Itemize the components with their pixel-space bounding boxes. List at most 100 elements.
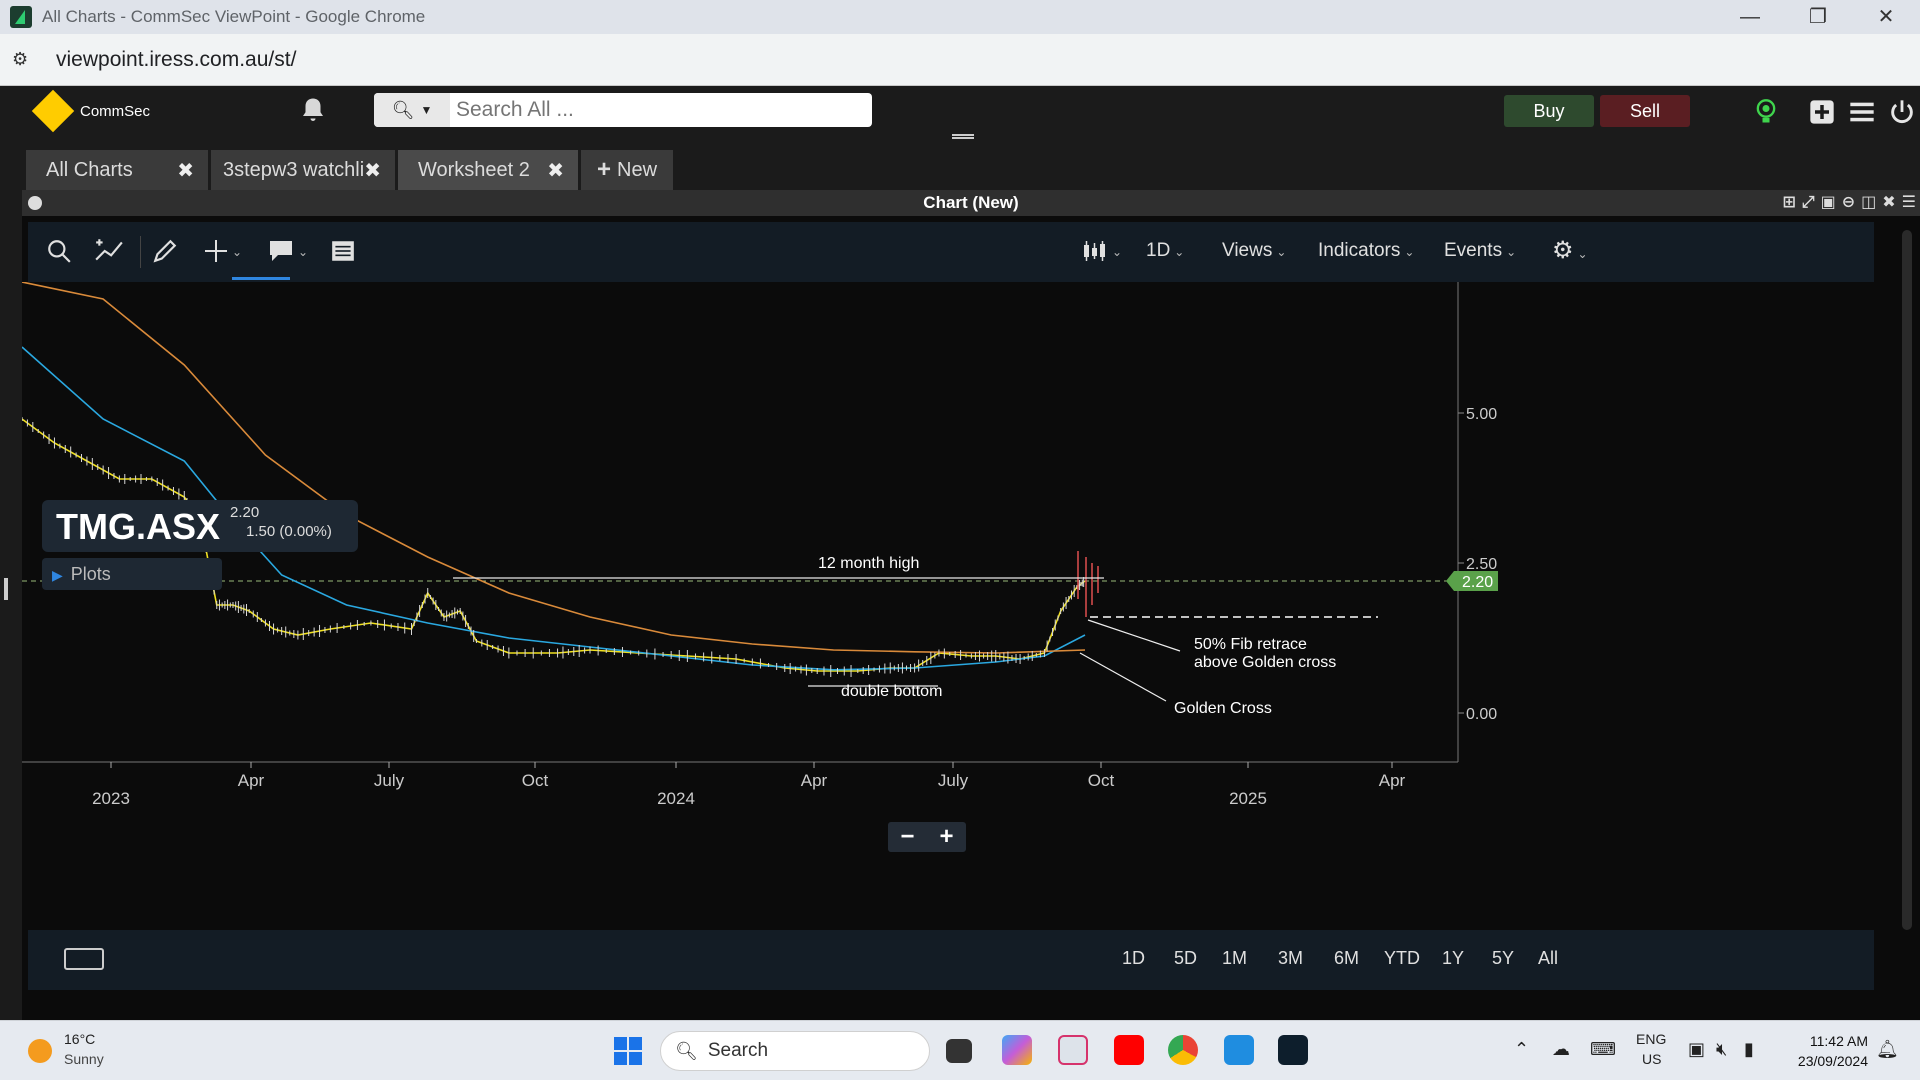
interval-dropdown[interactable]: 1D ⌄ <box>1146 232 1184 270</box>
new-tab-button[interactable]: + New <box>581 150 674 190</box>
last-price: 2.20 <box>230 504 260 521</box>
task-view-icon[interactable] <box>946 1039 972 1063</box>
range-6m-button[interactable]: 6M <box>1334 948 1359 969</box>
panel-titlebar[interactable]: Chart (New) ⊞ ⤢ ▣ ⊖ ◫ ✖ ☰ <box>22 190 1920 216</box>
zoom-in-button[interactable]: + <box>939 823 953 851</box>
range-ytd-button[interactable]: YTD <box>1384 948 1420 969</box>
price-change: 1.50 (0.00%) <box>246 523 332 540</box>
views-dropdown[interactable]: Views ⌄ <box>1222 232 1286 270</box>
series-line-ma-orange <box>22 282 1086 654</box>
close-tab-icon[interactable]: ✖ <box>177 158 194 183</box>
keyboard-tray-icon[interactable]: ⌨ <box>1590 1039 1616 1060</box>
crosshair-tool[interactable]: ⌄ <box>204 232 264 270</box>
input-language[interactable]: ENG <box>1636 1031 1666 1047</box>
windows-start-icon[interactable] <box>614 1037 642 1065</box>
plots-toggle[interactable]: ▶ Plots <box>42 558 222 590</box>
network-icon[interactable]: ▣ <box>1688 1039 1705 1060</box>
drag-handle[interactable] <box>952 134 974 139</box>
chevron-down-icon: ⌄ <box>1174 245 1185 259</box>
chevron-down-icon: ⌄ <box>1112 245 1123 259</box>
chevron-down-icon: ⌄ <box>1577 247 1588 261</box>
range-1m-button[interactable]: 1M <box>1222 948 1247 969</box>
add-widget-icon[interactable] <box>1808 98 1836 126</box>
popout-icon[interactable]: ▣ <box>1821 190 1836 216</box>
events-dropdown[interactable]: Events ⌄ <box>1444 232 1516 270</box>
search-input[interactable] <box>450 93 872 127</box>
zoom-control: − + <box>888 822 966 852</box>
photos-icon[interactable] <box>1224 1035 1254 1065</box>
chevron-down-icon: ⌄ <box>1506 245 1517 259</box>
youtube-icon[interactable] <box>1114 1035 1144 1065</box>
pencil-icon[interactable] <box>152 232 178 270</box>
address-bar: ⚙ viewpoint.iress.com.au/st/ <box>0 34 1920 86</box>
close-icon[interactable]: ✕ <box>1852 0 1920 34</box>
data-table-icon[interactable] <box>330 232 356 270</box>
panel-add-icon[interactable]: ⊞ <box>1782 190 1795 216</box>
search-icon: 🔍︎ <box>391 99 415 120</box>
sell-button[interactable]: Sell <box>1600 95 1690 127</box>
x-tick-label: Apr <box>238 771 265 790</box>
indicators-dropdown[interactable]: Indicators ⌄ <box>1318 232 1414 270</box>
panel-scrollbar[interactable] <box>1902 230 1912 930</box>
chrome-icon[interactable] <box>1168 1035 1198 1065</box>
notification-bell-icon[interactable]: 🔔︎ <box>1876 1039 1899 1060</box>
minimize-icon[interactable]: — <box>1716 0 1784 34</box>
panel-controls: ⊞ ⤢ ▣ ⊖ ◫ ✖ ☰ <box>1782 190 1916 216</box>
expand-icon[interactable]: ⤢ <box>1802 190 1815 216</box>
commsec-diamond-icon <box>31 89 75 133</box>
commsec-logo[interactable]: CommSec <box>31 89 150 133</box>
close-tab-icon[interactable]: ✖ <box>364 158 381 183</box>
keyboard-icon[interactable] <box>64 948 104 970</box>
annotation-12-month-high: 12 month high <box>818 555 919 572</box>
range-5y-button[interactable]: 5Y <box>1492 948 1514 969</box>
chevron-up-icon[interactable]: ⌃ <box>1514 1039 1529 1060</box>
comment-icon <box>270 240 292 261</box>
add-study-icon[interactable] <box>94 232 124 270</box>
range-all-button[interactable]: All <box>1538 948 1558 969</box>
taskbar-search-label: Search <box>707 1040 769 1061</box>
x-year-label: 2024 <box>657 789 695 808</box>
price-chart[interactable]: 5.00 2.50 0.00 2.20 Apr July Oct Apr July Oct Apr 2… <box>22 282 1874 862</box>
annotation-tool[interactable]: ⌄ <box>268 232 318 270</box>
snipping-tool-icon[interactable] <box>1058 1035 1088 1065</box>
zoom-out-button[interactable]: − <box>900 823 914 851</box>
url-text[interactable]: viewpoint.iress.com.au/st/ <box>56 48 296 72</box>
tab-watchlist[interactable]: 3stepw3 watchli ✖ <box>211 150 395 190</box>
split-icon[interactable]: ◫ <box>1861 190 1876 216</box>
lightbulb-icon[interactable] <box>1752 98 1780 126</box>
restore-icon[interactable]: ❐ <box>1784 0 1852 34</box>
site-settings-icon[interactable]: ⚙ <box>12 49 42 70</box>
settings-dropdown[interactable]: ⚙ ⌄ <box>1552 232 1588 270</box>
taskbar-search[interactable]: 🔍︎ Search <box>660 1031 930 1071</box>
splitter-handle[interactable] <box>4 578 8 600</box>
copilot-icon[interactable] <box>1002 1035 1032 1065</box>
buy-button[interactable]: Buy <box>1504 95 1594 127</box>
plus-icon: + <box>597 156 612 183</box>
taskbar-clock[interactable]: 11:42 AM 23/09/2024 <box>1798 1031 1868 1071</box>
sun-icon <box>28 1039 52 1063</box>
power-icon[interactable] <box>1888 98 1916 126</box>
temperature[interactable]: 16°C <box>64 1031 95 1047</box>
battery-icon[interactable]: ▮ <box>1744 1039 1754 1060</box>
range-3m-button[interactable]: 3M <box>1278 948 1303 969</box>
tab-all-charts[interactable]: All Charts ✖ <box>26 150 208 190</box>
range-1d-button[interactable]: 1D <box>1122 948 1145 969</box>
bell-icon[interactable] <box>298 96 328 126</box>
search-scope-dropdown[interactable]: 🔍︎ ▼ <box>374 93 450 127</box>
search-icon[interactable] <box>46 232 72 270</box>
volume-muted-icon[interactable]: 🔇︎ <box>1716 1039 1727 1060</box>
panel-menu-icon[interactable]: ☰ <box>1902 190 1916 216</box>
chart-type-button[interactable]: ⌄ <box>1082 232 1128 270</box>
menu-icon[interactable] <box>1848 98 1876 126</box>
close-tab-icon[interactable]: ✖ <box>547 158 564 183</box>
minimize-panel-icon[interactable]: ⊖ <box>1842 190 1855 216</box>
windows-taskbar: 16°C Sunny 🔍︎ Search ⌃ ☁ ⌨ ENG US ▣ 🔇︎ ▮… <box>0 1020 1920 1080</box>
tab-label: Worksheet 2 <box>418 158 530 181</box>
range-1y-button[interactable]: 1Y <box>1442 948 1464 969</box>
cloud-sync-icon[interactable]: ☁ <box>1552 1039 1570 1060</box>
range-5d-button[interactable]: 5D <box>1174 948 1197 969</box>
x-tick-label: July <box>374 771 405 790</box>
close-panel-icon[interactable]: ✖ <box>1882 190 1895 216</box>
tab-worksheet-2[interactable]: Worksheet 2 ✖ <box>398 150 578 190</box>
trading-app-icon[interactable] <box>1278 1035 1308 1065</box>
